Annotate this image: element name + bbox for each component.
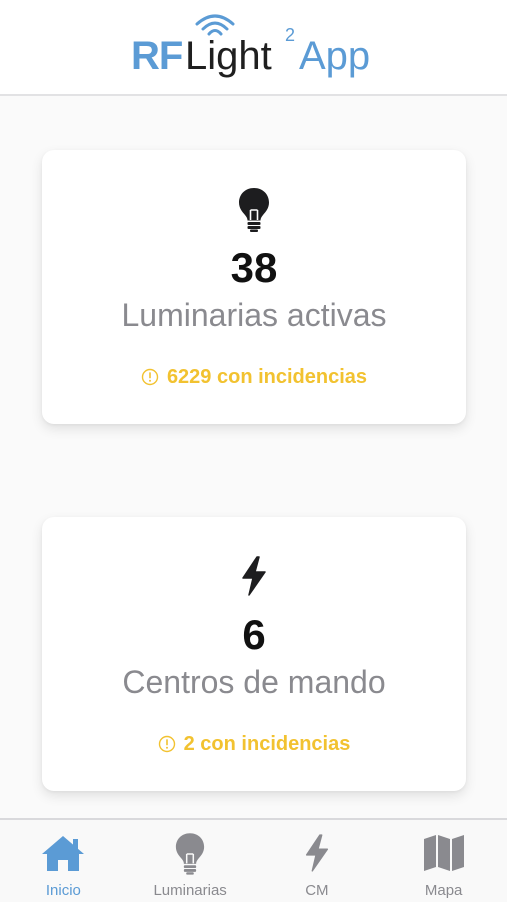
alert-circle-icon <box>158 735 175 753</box>
tab-mapa[interactable]: Mapa <box>380 820 507 902</box>
active-luminarias-count: 38 <box>230 244 278 291</box>
tab-inicio[interactable]: Inicio <box>0 820 127 902</box>
map-icon <box>422 830 466 876</box>
lightbulb-icon <box>42 186 466 232</box>
logo-app-text: App <box>299 34 371 78</box>
logo-light-text: Light <box>185 34 272 78</box>
centros-mando-summary-card[interactable]: 6 Centros de mando 2 con incidencias <box>42 517 466 791</box>
lightning-bolt-icon <box>42 553 466 599</box>
home-icon <box>40 830 86 876</box>
app-header: RF Light 2 App <box>0 0 507 96</box>
active-luminarias-label: Luminarias activas <box>121 297 387 333</box>
lightbulb-icon <box>174 830 206 876</box>
logo-rf-text: RF <box>131 34 183 78</box>
app-logo: RF Light 2 App <box>131 10 391 84</box>
tab-luminarias-label: Luminarias <box>153 882 227 899</box>
centros-mando-count: 6 <box>242 611 266 658</box>
centros-incidents-warning[interactable]: 2 con incidencias <box>42 731 466 757</box>
centros-incidents-text: 2 con incidencias <box>183 732 351 755</box>
tab-inicio-label: Inicio <box>45 882 81 899</box>
centros-mando-label: Centros de mando <box>122 664 386 700</box>
tab-cm-label: CM <box>305 882 329 899</box>
logo-superscript: 2 <box>285 25 296 45</box>
bottom-tab-bar: Inicio Luminarias CM Mapa <box>0 818 507 902</box>
luminarias-incidents-text: 6229 con incidencias <box>166 365 368 388</box>
tab-mapa-label: Mapa <box>424 882 463 899</box>
tab-cm[interactable]: CM <box>254 820 381 902</box>
alert-circle-icon <box>141 368 159 386</box>
tab-luminarias[interactable]: Luminarias <box>127 820 254 902</box>
luminarias-incidents-warning[interactable]: 6229 con incidencias <box>42 364 466 390</box>
lightning-bolt-icon <box>301 830 333 876</box>
luminarias-summary-card[interactable]: 38 Luminarias activas 6229 con incidenci… <box>42 150 466 424</box>
